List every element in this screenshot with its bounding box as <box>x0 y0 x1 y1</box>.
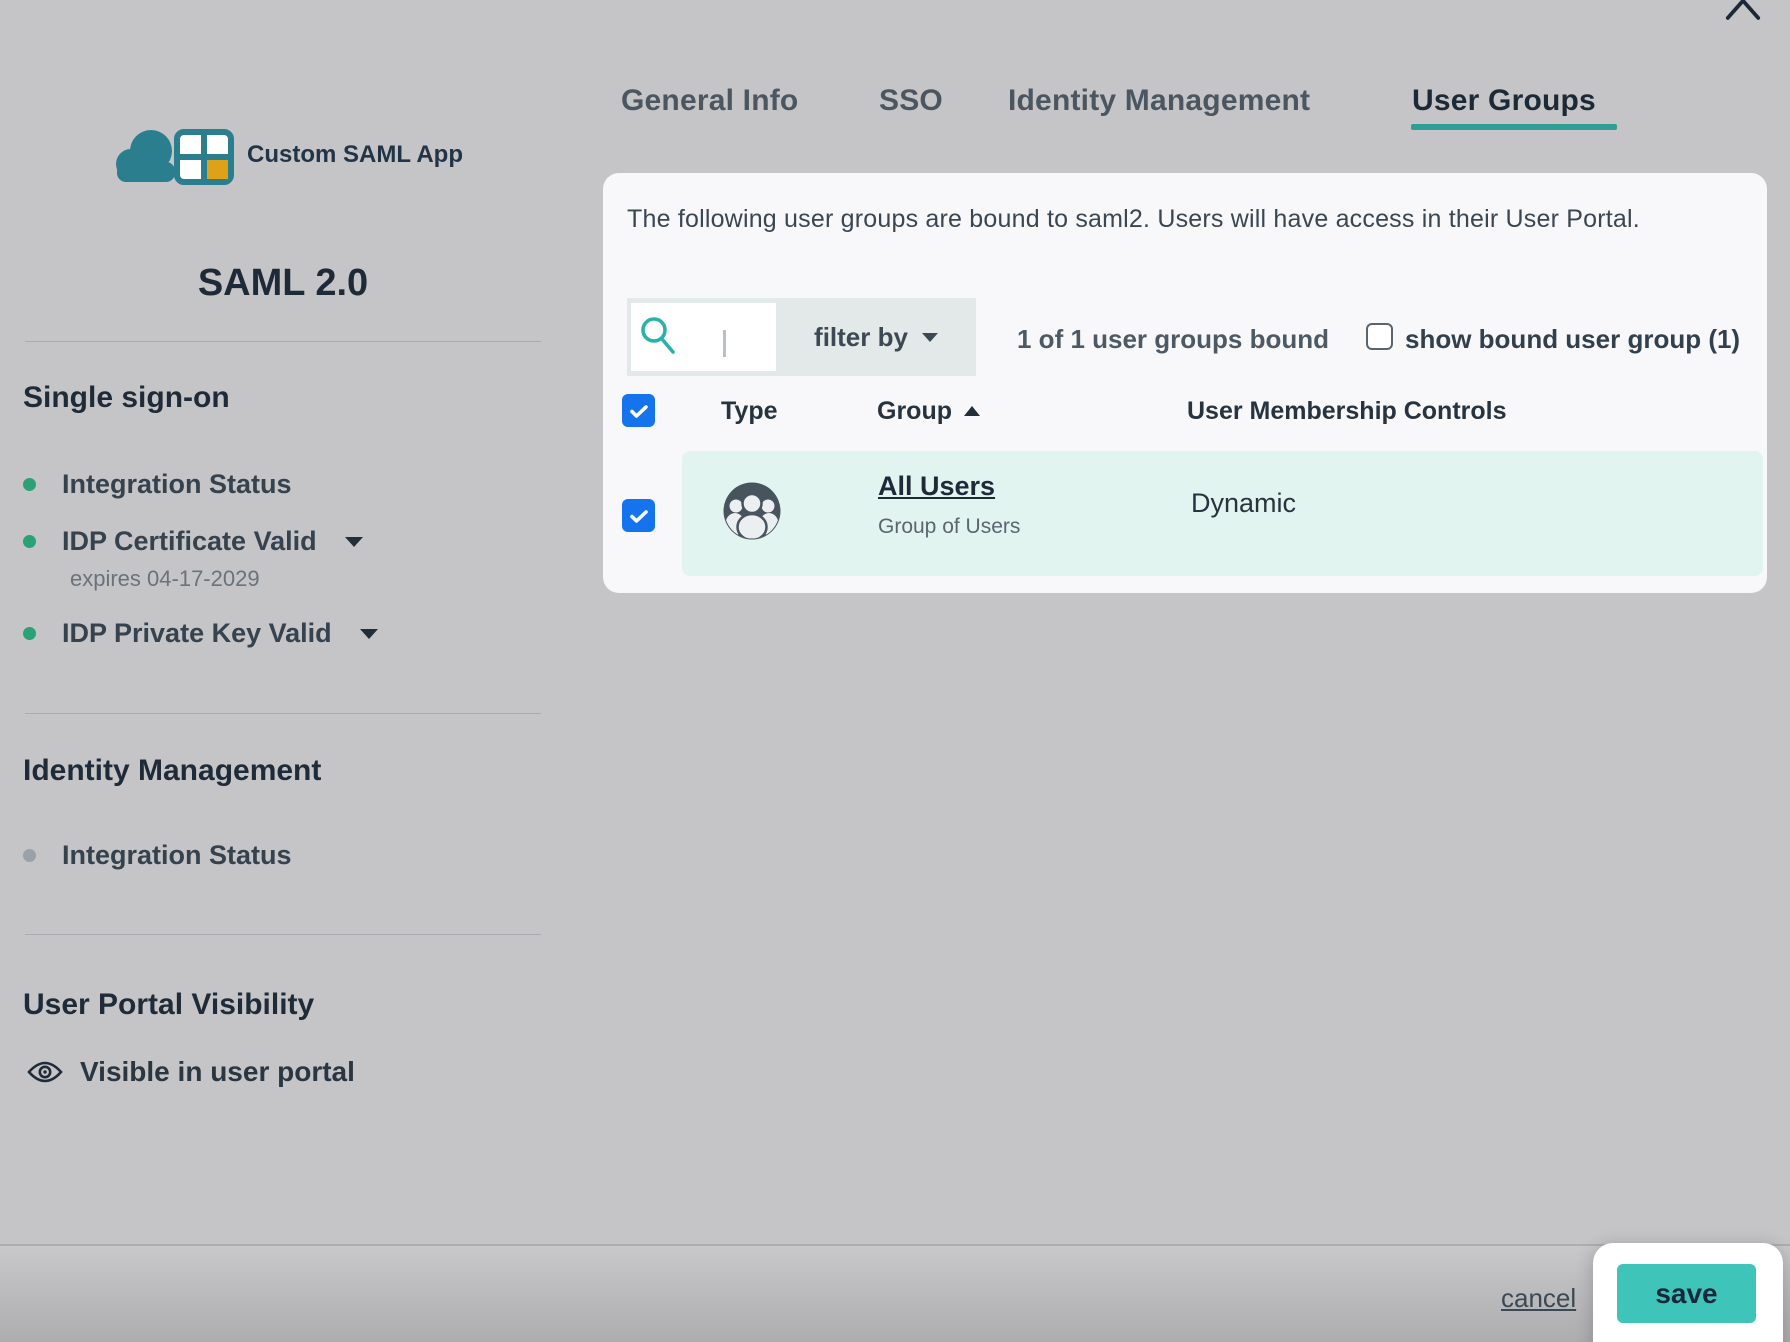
protocol-title: SAML 2.0 <box>25 262 541 305</box>
sidebar-item-im-integration-status: Integration Status <box>23 840 292 871</box>
table-row: All Users Group of Users Dynamic <box>682 451 1763 576</box>
status-dot-green-icon <box>23 535 36 548</box>
section-title-single-sign-on: Single sign-on <box>23 381 230 415</box>
check-icon <box>627 399 651 423</box>
membership-control-value: Dynamic <box>1191 488 1296 519</box>
tab-general-info[interactable]: General Info <box>621 84 798 118</box>
active-tab-underline <box>1411 124 1617 130</box>
filter-by-dropdown[interactable]: filter by <box>776 298 976 376</box>
status-dot-gray-icon <box>23 849 36 862</box>
sidebar-divider <box>25 341 541 342</box>
certificate-expiry-text: expires 04-17-2029 <box>70 566 260 592</box>
check-icon <box>627 504 651 528</box>
panel-description: The following user groups are bound to s… <box>627 205 1640 234</box>
save-highlight-card: save <box>1593 1243 1783 1342</box>
tab-sso[interactable]: SSO <box>879 84 943 118</box>
tab-user-groups[interactable]: User Groups <box>1412 84 1596 118</box>
column-header-type: Type <box>721 397 778 426</box>
search-filter-toolbar: filter by <box>627 298 976 376</box>
status-dot-green-icon <box>23 478 36 491</box>
bound-count-text: 1 of 1 user groups bound <box>1017 324 1329 355</box>
sort-ascending-icon <box>964 406 980 416</box>
user-group-avatar-icon <box>722 481 782 541</box>
sidebar-item-sso-integration-status: Integration Status <box>23 469 292 500</box>
close-icon[interactable] <box>1716 0 1770 20</box>
section-title-user-portal-visibility: User Portal Visibility <box>23 988 314 1022</box>
show-bound-checkbox[interactable] <box>1366 323 1393 350</box>
sidebar-divider <box>25 713 541 714</box>
show-bound-label: show bound user group (1) <box>1405 324 1740 355</box>
sidebar-divider <box>25 934 541 935</box>
section-title-identity-management: Identity Management <box>23 754 321 788</box>
column-header-group[interactable]: Group <box>877 397 980 426</box>
status-dot-green-icon <box>23 627 36 640</box>
user-groups-panel: The following user groups are bound to s… <box>603 173 1767 593</box>
eye-icon <box>26 1059 64 1085</box>
group-name-link[interactable]: All Users <box>878 471 995 502</box>
tab-identity-management[interactable]: Identity Management <box>1008 84 1310 118</box>
search-input[interactable] <box>631 303 776 371</box>
column-header-user-membership-controls: User Membership Controls <box>1187 397 1507 426</box>
cloud-grid-app-icon <box>113 124 243 186</box>
sidebar-item-visible-in-user-portal: Visible in user portal <box>26 1056 355 1088</box>
row-checkbox[interactable] <box>622 499 655 532</box>
sidebar-item-idp-private-key-valid[interactable]: IDP Private Key Valid <box>23 618 378 649</box>
chevron-down-icon[interactable] <box>345 537 363 547</box>
group-subtype-text: Group of Users <box>878 515 1020 539</box>
chevron-down-icon <box>922 333 938 342</box>
chevron-down-icon[interactable] <box>360 629 378 639</box>
select-all-checkbox[interactable] <box>622 394 655 427</box>
cancel-button[interactable]: cancel <box>1501 1283 1576 1314</box>
text-cursor <box>723 330 726 357</box>
sidebar-item-idp-certificate-valid[interactable]: IDP Certificate Valid <box>23 526 363 557</box>
app-logo-label: Custom SAML App <box>247 141 463 169</box>
save-button[interactable]: save <box>1617 1264 1756 1323</box>
app-logo: Custom SAML App <box>113 124 533 186</box>
